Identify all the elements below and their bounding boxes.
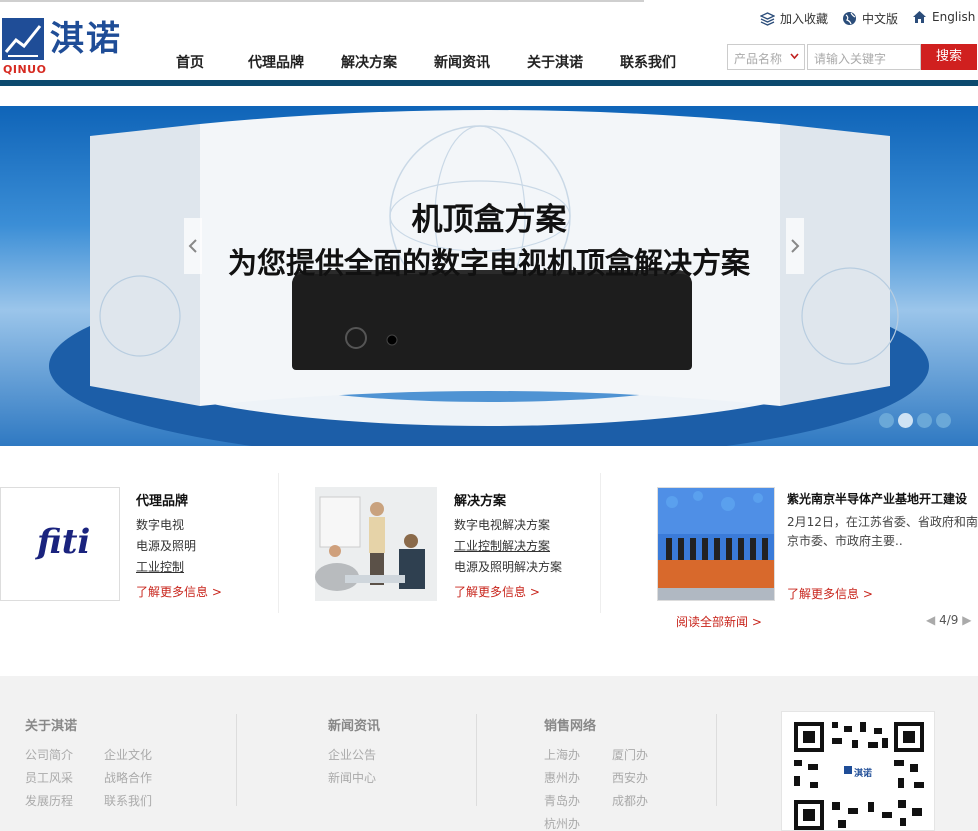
site-footer: 关于淇诺 公司简介 企业文化 员工风采 战略合作 发展历程 联系我们 新闻资讯 … (0, 676, 978, 831)
logo-mark-icon (2, 18, 44, 60)
logo-chinese-name: 淇诺 (50, 19, 122, 59)
solution-link-industrial[interactable]: 工业控制解决方案 (454, 537, 550, 554)
solution-link-power[interactable]: 电源及照明解决方案 (454, 558, 562, 575)
wechat-qr-code: 淇诺 (781, 711, 935, 831)
english-version-label: English (932, 10, 976, 24)
footer-link-xian[interactable]: 西安办 (612, 769, 648, 786)
chevron-left-icon (188, 239, 197, 253)
news-prev-icon[interactable]: ◀ (926, 613, 935, 627)
home-icon (913, 11, 926, 23)
top-border-line (0, 0, 644, 2)
nav-brands[interactable]: 代理品牌 (248, 52, 304, 72)
footer-link-chengdu[interactable]: 成都办 (612, 792, 648, 809)
footer-news-title: 新闻资讯 (328, 719, 381, 734)
add-favorite-label: 加入收藏 (780, 12, 829, 26)
nav-news[interactable]: 新闻资讯 (434, 52, 490, 72)
banner-dot-2[interactable] (898, 413, 913, 428)
footer-about-title: 关于淇诺 (25, 719, 78, 734)
hero-banner: 机顶盒方案 为您提供全面的数字电视机顶盒解决方案 (0, 106, 978, 446)
footer-link-hangzhou[interactable]: 杭州办 (544, 815, 580, 831)
set-top-box-body (292, 274, 692, 370)
chevron-down-icon (790, 53, 799, 60)
footer-link-contact[interactable]: 联系我们 (104, 792, 152, 809)
banner-title: 机顶盒方案 (411, 202, 567, 238)
nav-contact[interactable]: 联系我们 (620, 52, 676, 72)
news-more-link[interactable]: 了解更多信息 > (787, 585, 873, 602)
brands-link-industrial[interactable]: 工业控制 (136, 558, 184, 575)
search-input[interactable]: 请输入关键字 (807, 44, 921, 70)
banner-subtitle: 为您提供全面的数字电视机顶盒解决方案 (227, 246, 750, 280)
footer-link-company-intro[interactable]: 公司简介 (25, 746, 73, 763)
footer-link-history[interactable]: 发展历程 (25, 792, 73, 809)
footer-separator (476, 714, 477, 806)
nav-solutions[interactable]: 解决方案 (341, 52, 397, 72)
add-favorite-link[interactable]: 加入收藏 (760, 10, 828, 27)
brands-link-power[interactable]: 电源及照明 (136, 537, 196, 554)
all-news-link[interactable]: 阅读全部新闻 > (676, 613, 762, 630)
feature-separator (278, 473, 279, 613)
banner-prev-arrow[interactable] (184, 218, 202, 274)
chevron-right-icon (791, 239, 800, 253)
search-category-value: 产品名称 (734, 52, 783, 66)
footer-link-huizhou[interactable]: 惠州办 (544, 769, 580, 786)
logo-english-name: QINUO (3, 63, 47, 76)
news-summary: 2月12日，在江苏省委、省政府和南京市委、市政府主要.. (787, 515, 978, 548)
footer-link-staff[interactable]: 员工风采 (25, 769, 73, 786)
banner-dot-3[interactable] (917, 413, 932, 428)
fiti-logo: fiti (37, 522, 91, 562)
search-category-select[interactable]: 产品名称 (727, 44, 805, 70)
brands-title: 代理品牌 (136, 494, 189, 509)
solutions-photo[interactable] (315, 487, 437, 601)
news-photo[interactable] (657, 487, 775, 601)
footer-separator (716, 714, 717, 806)
meeting-photo-image (315, 487, 437, 601)
brand-logo-box[interactable]: fiti (0, 487, 120, 601)
footer-link-news-center[interactable]: 新闻中心 (328, 769, 376, 786)
footer-separator (236, 714, 237, 806)
header-divider-bar (0, 80, 978, 86)
footer-link-partnership[interactable]: 战略合作 (104, 769, 152, 786)
set-top-box-buttons (345, 327, 398, 349)
site-logo[interactable]: 淇诺 QINUO (2, 18, 130, 76)
chinese-version-link[interactable]: 中文版 (842, 10, 898, 27)
footer-link-qingdao[interactable]: 青岛办 (544, 792, 580, 809)
nav-about[interactable]: 关于淇诺 (527, 52, 583, 72)
footer-link-shanghai[interactable]: 上海办 (544, 746, 580, 763)
solution-link-digital-tv[interactable]: 数字电视解决方案 (454, 516, 550, 533)
search-button[interactable]: 搜索 (921, 44, 977, 70)
qr-logo-label: 淇诺 (854, 769, 873, 779)
footer-sales-title: 销售网络 (544, 719, 597, 734)
footer-link-announcements[interactable]: 企业公告 (328, 746, 376, 763)
globe-icon (843, 12, 856, 25)
nav-home[interactable]: 首页 (176, 52, 204, 72)
layers-icon (760, 11, 775, 26)
news-event-image (658, 488, 774, 600)
news-next-icon[interactable]: ▶ (962, 613, 971, 627)
footer-link-xiamen[interactable]: 厦门办 (612, 746, 648, 763)
news-pager: ◀ 4/9 ▶ (926, 613, 971, 627)
solutions-title: 解决方案 (454, 494, 507, 509)
footer-link-culture[interactable]: 企业文化 (104, 746, 152, 763)
banner-dot-4[interactable] (936, 413, 951, 428)
brands-more-link[interactable]: 了解更多信息 > (136, 583, 222, 600)
brands-link-digital-tv[interactable]: 数字电视 (136, 516, 184, 533)
banner-next-arrow[interactable] (786, 218, 804, 274)
news-pager-count: 4/9 (939, 613, 959, 627)
feature-separator (600, 473, 601, 613)
chinese-version-label: 中文版 (862, 12, 899, 26)
news-title[interactable]: 紫光南京半导体产业基地开工建设 (787, 490, 967, 507)
english-version-link[interactable]: English (912, 10, 975, 24)
banner-dot-1[interactable] (879, 413, 894, 428)
solutions-more-link[interactable]: 了解更多信息 > (454, 583, 540, 600)
